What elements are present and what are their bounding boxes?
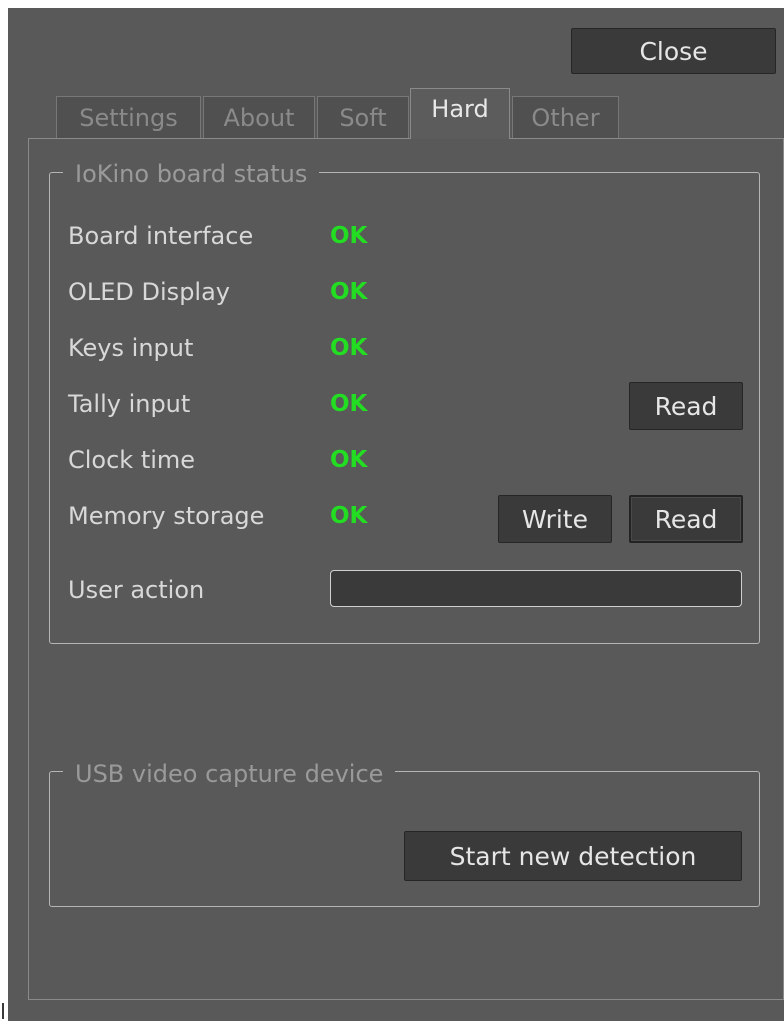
oled-display-label: OLED Display	[68, 278, 230, 306]
tab-soft[interactable]: Soft	[317, 96, 409, 139]
tally-input-status: OK	[330, 391, 368, 417]
board-status-title: IoKino board status	[63, 159, 320, 189]
edge-mark	[2, 1003, 4, 1019]
user-action-field[interactable]	[330, 570, 742, 607]
memory-storage-status: OK	[330, 503, 368, 529]
user-action-label: User action	[68, 576, 205, 604]
tab-other[interactable]: Other	[512, 96, 619, 139]
tab-hard[interactable]: Hard	[410, 88, 510, 139]
board-interface-status: OK	[330, 223, 368, 249]
memory-write-button[interactable]: Write	[498, 495, 612, 543]
memory-storage-label: Memory storage	[68, 502, 265, 530]
tab-about[interactable]: About	[203, 96, 315, 139]
tally-read-button[interactable]: Read	[629, 382, 743, 430]
clock-time-label: Clock time	[68, 446, 196, 474]
memory-read-button[interactable]: Read	[629, 495, 743, 543]
tally-input-label: Tally input	[68, 390, 191, 418]
clock-time-status: OK	[330, 447, 368, 473]
start-detection-button[interactable]: Start new detection	[404, 831, 742, 881]
tab-settings[interactable]: Settings	[56, 96, 201, 139]
hard-tab-panel: IoKino board status Board interface OK O…	[28, 138, 784, 1000]
usb-capture-title: USB video capture device	[63, 759, 396, 789]
board-interface-label: Board interface	[68, 222, 254, 250]
keys-input-label: Keys input	[68, 334, 194, 362]
oled-display-status: OK	[330, 279, 368, 305]
keys-input-status: OK	[330, 335, 368, 361]
close-button[interactable]: Close	[571, 28, 776, 74]
